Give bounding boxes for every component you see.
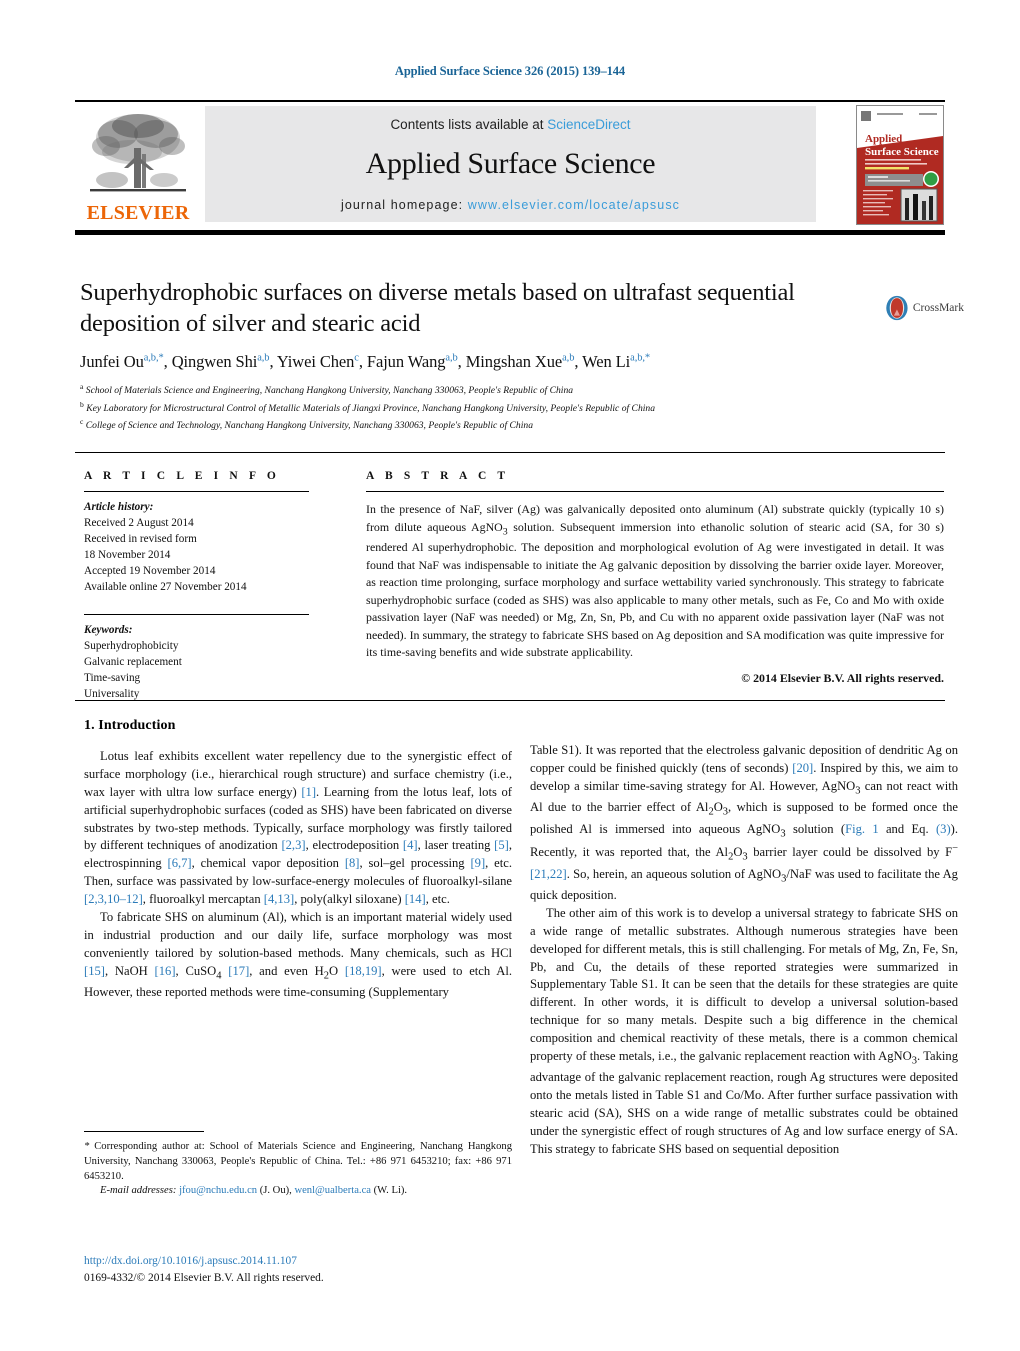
affiliation-item: b Key Laboratory for Microstructural Con… (80, 399, 890, 417)
abstract-heading: A B S T R A C T (366, 470, 510, 482)
keyword-item: Superhydrophobicity (84, 640, 179, 653)
body-column-right: Table S1). It was reported that the elec… (530, 742, 958, 1159)
affiliation-mark: c (80, 417, 84, 427)
article-info-panel: A R T I C L E I N F O Article history: R… (84, 470, 309, 703)
page-title: Superhydrophobic surfaces on diverse met… (80, 279, 795, 337)
author-list: Junfei Oua,b,*, Qingwen Shia,b, Yiwei Ch… (80, 352, 651, 371)
footnote-divider (84, 1131, 204, 1132)
affiliation-text: Key Laboratory for Microstructural Contr… (86, 402, 656, 414)
article-history-block: Article history: Received 2 August 2014 … (84, 500, 309, 595)
crossmark-icon (886, 295, 908, 321)
affiliation-mark: a (80, 382, 84, 391)
abstract-panel: A B S T R A C T In the presence of NaF, … (366, 470, 944, 686)
issn-copyright-line: 0169-4332/© 2014 Elsevier B.V. All right… (84, 1271, 324, 1284)
journal-title: Applied Surface Science (365, 147, 656, 180)
article-info-rule (84, 491, 309, 492)
affiliation-list: a School of Materials Science and Engine… (80, 381, 890, 434)
article-history-item: Accepted 19 November 2014 (84, 564, 216, 577)
paragraph: Lotus leaf exhibits excellent water repe… (84, 749, 512, 906)
journal-header-box: Contents lists available at ScienceDirec… (205, 106, 816, 222)
keywords-rule (84, 614, 309, 616)
crossmark-badge[interactable]: CrossMark (884, 288, 964, 328)
paragraph: Table S1). It was reported that the elec… (530, 743, 958, 903)
keywords-block: Keywords: Superhydrophobicity Galvanic r… (84, 623, 309, 703)
svg-text:Applied: Applied (865, 133, 902, 145)
section-heading-introduction: 1. Introduction (84, 718, 176, 733)
journal-cover-thumbnail: Applied Surface Science (856, 105, 944, 225)
cover-artwork: Applied Surface Science (857, 106, 943, 224)
abstract-copyright: © 2014 Elsevier B.V. All rights reserved… (741, 670, 944, 685)
elsevier-tree-icon (90, 114, 186, 192)
elsevier-logo: ELSEVIER (77, 105, 199, 223)
contents-available-line: Contents lists available at ScienceDirec… (205, 117, 816, 132)
info-divider-top (75, 452, 945, 453)
article-history-item: Available online 27 November 2014 (84, 580, 247, 593)
article-history-item: Received 2 August 2014 (84, 516, 194, 529)
affiliation-mark: b (80, 399, 84, 409)
affiliation-text: School of Materials Science and Engineer… (85, 385, 574, 397)
article-info-heading: A R T I C L E I N F O (84, 470, 280, 482)
email-addresses-note: E-mail addresses: jfou@nchu.edu.cn (J. O… (100, 1185, 408, 1197)
crossmark-label: CrossMark (912, 302, 964, 314)
journal-homepage-line: journal homepage: www.elsevier.com/locat… (205, 198, 816, 212)
paragraph: The other aim of this work is to develop… (530, 905, 958, 1156)
keywords-label: Keywords: (84, 624, 133, 637)
keyword-item: Galvanic replacement (84, 656, 182, 669)
article-history-item: Received in revised form (84, 532, 197, 545)
footnote-block: * Corresponding author at: School of Mat… (84, 1140, 512, 1199)
journal-homepage-link[interactable]: www.elsevier.com/locate/apsusc (468, 198, 680, 212)
article-history-label: Article history: (84, 501, 154, 513)
doi-link[interactable]: http://dx.doi.org/10.1016/j.apsusc.2014.… (84, 1253, 514, 1270)
keyword-item: Universality (84, 688, 140, 701)
journal-masthead: ELSEVIER Contents lists available at Sci… (75, 100, 945, 235)
affiliation-text: College of Science and Technology, Nanch… (85, 420, 533, 432)
contents-prefix: Contents lists available at (390, 117, 548, 132)
homepage-prefix: journal homepage: (340, 198, 468, 212)
affiliation-item: c College of Science and Technology, Nan… (80, 416, 890, 434)
keyword-item: Time-saving (84, 672, 141, 685)
doi-block: http://dx.doi.org/10.1016/j.apsusc.2014.… (84, 1253, 514, 1286)
body-column-left: 1. Introduction Lotus leaf exhibits exce… (84, 718, 512, 1002)
elsevier-wordmark: ELSEVIER (86, 202, 190, 224)
article-history-item: 18 November 2014 (84, 548, 171, 561)
affiliation-item: a School of Materials Science and Engine… (80, 381, 890, 399)
corresponding-author-note: * Corresponding author at: School of Mat… (84, 1141, 512, 1182)
abstract-text: In the presence of NaF, silver (Ag) was … (366, 502, 945, 660)
svg-text:Surface Science: Surface Science (865, 146, 939, 158)
abstract-rule (366, 491, 944, 492)
running-head-citation: Applied Surface Science 326 (2015) 139–1… (394, 64, 626, 78)
sciencedirect-link[interactable]: ScienceDirect (547, 117, 630, 132)
journal-article-page: Applied Surface Science 326 (2015) 139–1… (0, 0, 1020, 1351)
paragraph: To fabricate SHS on aluminum (Al), which… (84, 909, 513, 999)
